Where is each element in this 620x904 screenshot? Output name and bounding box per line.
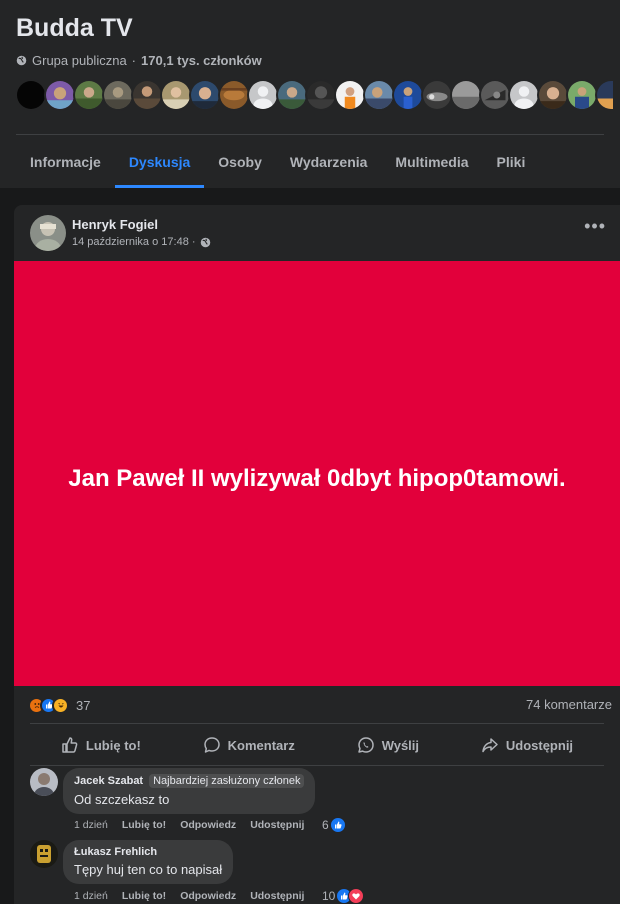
member-avatar[interactable] (276, 79, 308, 111)
post-card: Henryk Fogiel 14 października o 17:48 · … (14, 205, 620, 904)
share-label: Udostępnij (505, 737, 574, 753)
comment-meta: 1 dzień Lubię to! Odpowiedz Udostępnij (74, 819, 304, 831)
member-avatar[interactable] (305, 79, 337, 111)
comment-text: Tępy huj ten co to napisał (74, 862, 223, 877)
actions-divider (30, 723, 604, 724)
globe-icon (200, 237, 210, 247)
more-options-icon[interactable]: ••• (584, 217, 606, 235)
tab-multimedia[interactable]: Multimedia (381, 135, 482, 188)
member-avatar[interactable] (479, 79, 511, 111)
post-banner[interactable]: Jan Paweł II wylizywał 0dbyt hipop0tamow… (14, 261, 620, 686)
comment-header: Jacek Szabat Najbardziej zasłużony człon… (74, 774, 305, 788)
commenter-avatar[interactable] (30, 840, 58, 868)
comment-share-link[interactable]: Udostępnij (250, 819, 304, 831)
member-avatar[interactable] (102, 79, 134, 111)
member-avatar[interactable] (421, 79, 453, 111)
comment-icon (203, 737, 220, 753)
comment-author[interactable]: Jacek Szabat (74, 775, 143, 787)
comment-button[interactable]: Komentarz (195, 725, 303, 765)
comment-meta: 1 dzień Lubię to! Odpowiedz Udostępnij (74, 890, 304, 902)
comment-header: Łukasz Frehlich (74, 846, 222, 858)
member-avatar[interactable] (566, 79, 598, 111)
like-reaction-icon (329, 817, 346, 833)
comment-label: Komentarz (227, 737, 295, 753)
share-button[interactable]: Udostępnij (473, 725, 581, 765)
comment-time[interactable]: 1 dzień (74, 819, 108, 831)
member-avatar[interactable] (73, 79, 105, 111)
commenter-avatar[interactable] (30, 768, 58, 796)
reaction-count[interactable]: 37 (76, 698, 90, 713)
comment-bubble: Łukasz Frehlich Tępy huj ten co to napis… (63, 840, 234, 884)
love-reaction-icon (348, 888, 365, 904)
group-tabs: Informacje Dyskusja Osoby Wydarzenia Mul… (16, 135, 539, 188)
comment-reaction-count: 6 (322, 818, 329, 832)
comment-text: Od szczekasz to (74, 792, 170, 807)
member-avatar[interactable] (131, 79, 163, 111)
member-avatar[interactable] (247, 79, 279, 111)
comment-like-link[interactable]: Lubię to! (122, 819, 166, 831)
tab-pliki[interactable]: Pliki (483, 135, 540, 188)
like-label: Lubię to! (85, 737, 141, 753)
comment-reaction-count: 10 (322, 889, 336, 903)
member-avatar[interactable] (218, 79, 250, 111)
tab-osoby[interactable]: Osoby (204, 135, 276, 188)
comments-divider (30, 765, 604, 766)
post-actions: Lubię to! Komentarz Wyślij Udostępnij (30, 725, 604, 765)
like-button[interactable]: Lubię to! (53, 725, 149, 765)
share-icon (482, 738, 498, 753)
whatsapp-icon (357, 737, 374, 753)
member-avatar[interactable] (160, 79, 192, 111)
group-title[interactable]: Budda TV (16, 14, 133, 43)
tab-informacje[interactable]: Informacje (16, 135, 115, 188)
post-author[interactable]: Henryk Fogiel (72, 217, 158, 232)
member-avatar[interactable] (595, 79, 615, 111)
comment-time[interactable]: 1 dzień (74, 890, 108, 902)
send-button[interactable]: Wyślij (349, 725, 427, 765)
member-avatar[interactable] (334, 79, 366, 111)
thumbs-up-icon (62, 737, 78, 753)
reaction-summary[interactable]: 37 (28, 695, 90, 715)
send-label: Wyślij (381, 737, 420, 753)
member-avatar[interactable] (450, 79, 482, 111)
haha-reaction-icon (52, 696, 69, 714)
member-avatar[interactable] (189, 79, 221, 111)
comment-author[interactable]: Łukasz Frehlich (74, 846, 157, 858)
banner-text: Jan Paweł II wylizywał 0dbyt hipop0tamow… (68, 465, 566, 492)
comment-reactions[interactable]: 10 (322, 888, 365, 904)
globe-icon (16, 55, 27, 66)
group-meta: Grupa publiczna · 170,1 tys. członków (16, 53, 262, 68)
comment-reply-link[interactable]: Odpowiedz (180, 890, 236, 902)
group-privacy: Grupa publiczna (32, 53, 127, 68)
member-avatar[interactable] (15, 79, 47, 111)
group-header: Budda TV Grupa publiczna · 170,1 tys. cz… (0, 0, 620, 188)
member-badge[interactable]: Najbardziej zasłużony członek (149, 774, 305, 788)
comment-share-link[interactable]: Udostępnij (250, 890, 304, 902)
author-avatar[interactable] (30, 215, 66, 251)
member-count[interactable]: 170,1 tys. członków (141, 53, 262, 68)
comment-reply-link[interactable]: Odpowiedz (180, 819, 236, 831)
post-time[interactable]: 14 października o 17:48 · (72, 236, 196, 248)
tab-dyskusja[interactable]: Dyskusja (114, 135, 205, 188)
tab-wydarzenia[interactable]: Wydarzenia (276, 135, 382, 188)
member-avatar[interactable] (44, 79, 76, 111)
comment-count[interactable]: 74 komentarze (526, 697, 612, 712)
comment-like-link[interactable]: Lubię to! (122, 890, 166, 902)
member-avatar[interactable] (392, 79, 424, 111)
meta-separator: · (131, 53, 137, 68)
member-avatar[interactable] (508, 79, 540, 111)
comment-bubble: Jacek Szabat Najbardziej zasłużony człon… (63, 768, 316, 814)
member-avatar[interactable] (537, 79, 569, 111)
member-avatars[interactable] (15, 79, 615, 111)
member-avatar[interactable] (363, 79, 395, 111)
post-timestamp: 14 października o 17:48 · (72, 236, 211, 248)
comment-reactions[interactable]: 6 (322, 817, 346, 833)
